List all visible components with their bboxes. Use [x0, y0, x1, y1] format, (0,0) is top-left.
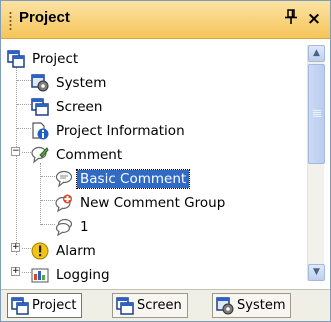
panel-title: Project	[19, 9, 70, 26]
tree-item-label: New Comment Group	[80, 195, 226, 211]
tree-item-basic-comment[interactable]: Basic Comment	[55, 167, 191, 191]
project-icon	[11, 296, 29, 315]
tree-vertical-scrollbar[interactable]: ▲ ▼	[307, 45, 325, 281]
tree-item-project-information[interactable]: Project Information	[31, 119, 188, 143]
tree-item-label: Basic Comment	[75, 169, 191, 189]
scroll-down-icon: ▼	[313, 267, 320, 277]
tree-item-comment-group-1[interactable]: 1	[55, 215, 92, 239]
tab-system[interactable]: System	[212, 293, 292, 318]
screen-icon	[116, 296, 134, 315]
screen-icon	[31, 98, 49, 116]
tree-item-screen[interactable]: Screen	[31, 95, 105, 119]
new-comment-group-icon	[55, 194, 73, 213]
scroll-up-button[interactable]: ▲	[308, 45, 325, 62]
project-information-icon	[31, 122, 49, 140]
project-tree: Project System Screen Project Informatio…	[7, 45, 310, 287]
tree-item-system[interactable]: System	[31, 71, 109, 95]
comment-group-icon	[55, 218, 73, 237]
system-icon	[31, 74, 49, 92]
tree-item-new-comment-group[interactable]: New Comment Group	[55, 191, 228, 215]
thumb-grip-icon	[313, 110, 321, 118]
alarm-icon	[31, 242, 49, 260]
scroll-up-icon: ▲	[313, 48, 320, 58]
drag-grip-icon[interactable]	[9, 11, 12, 30]
tree-item-label: 1	[80, 219, 89, 235]
tab-label: Project	[32, 298, 77, 313]
tab-project[interactable]: Project	[7, 293, 83, 318]
system-icon	[216, 296, 234, 315]
tab-label: System	[237, 298, 286, 313]
tree-item-logging[interactable]: Logging	[31, 263, 113, 287]
tree-item-label: Screen	[56, 99, 103, 115]
panel-titlebar[interactable]: Project ×	[1, 1, 330, 39]
collapse-comment-toggle[interactable]: −	[11, 147, 20, 156]
tree-item-label: Alarm	[56, 243, 96, 259]
pin-icon	[285, 9, 297, 24]
tab-label: Screen	[137, 298, 182, 313]
tree-item-comment[interactable]: Comment	[31, 143, 125, 167]
comment-icon	[31, 146, 49, 164]
tree-item-label: Logging	[56, 267, 110, 283]
scroll-down-button[interactable]: ▼	[308, 264, 325, 281]
expand-logging-toggle[interactable]: +	[11, 267, 20, 276]
tree-item-project[interactable]: Project	[7, 47, 81, 71]
project-panel: Project × Project System Screen Project …	[0, 0, 331, 322]
close-button[interactable]: ×	[304, 8, 324, 30]
panel-tab-bar: Project Screen System	[1, 289, 330, 321]
close-icon: ×	[306, 9, 322, 29]
scrollbar-thumb[interactable]	[308, 64, 325, 164]
project-icon	[7, 50, 25, 68]
tree-item-label: Project Information	[56, 123, 185, 139]
tree-item-alarm[interactable]: Alarm	[31, 239, 99, 263]
tree-item-label: Comment	[56, 147, 123, 163]
tree-item-label: Project	[32, 51, 79, 67]
pin-button[interactable]	[282, 9, 300, 29]
tree-item-label: System	[56, 75, 107, 91]
basic-comment-icon	[55, 170, 73, 188]
expand-alarm-toggle[interactable]: +	[11, 243, 20, 252]
logging-icon	[31, 266, 49, 284]
tab-screen[interactable]: Screen	[112, 293, 188, 318]
